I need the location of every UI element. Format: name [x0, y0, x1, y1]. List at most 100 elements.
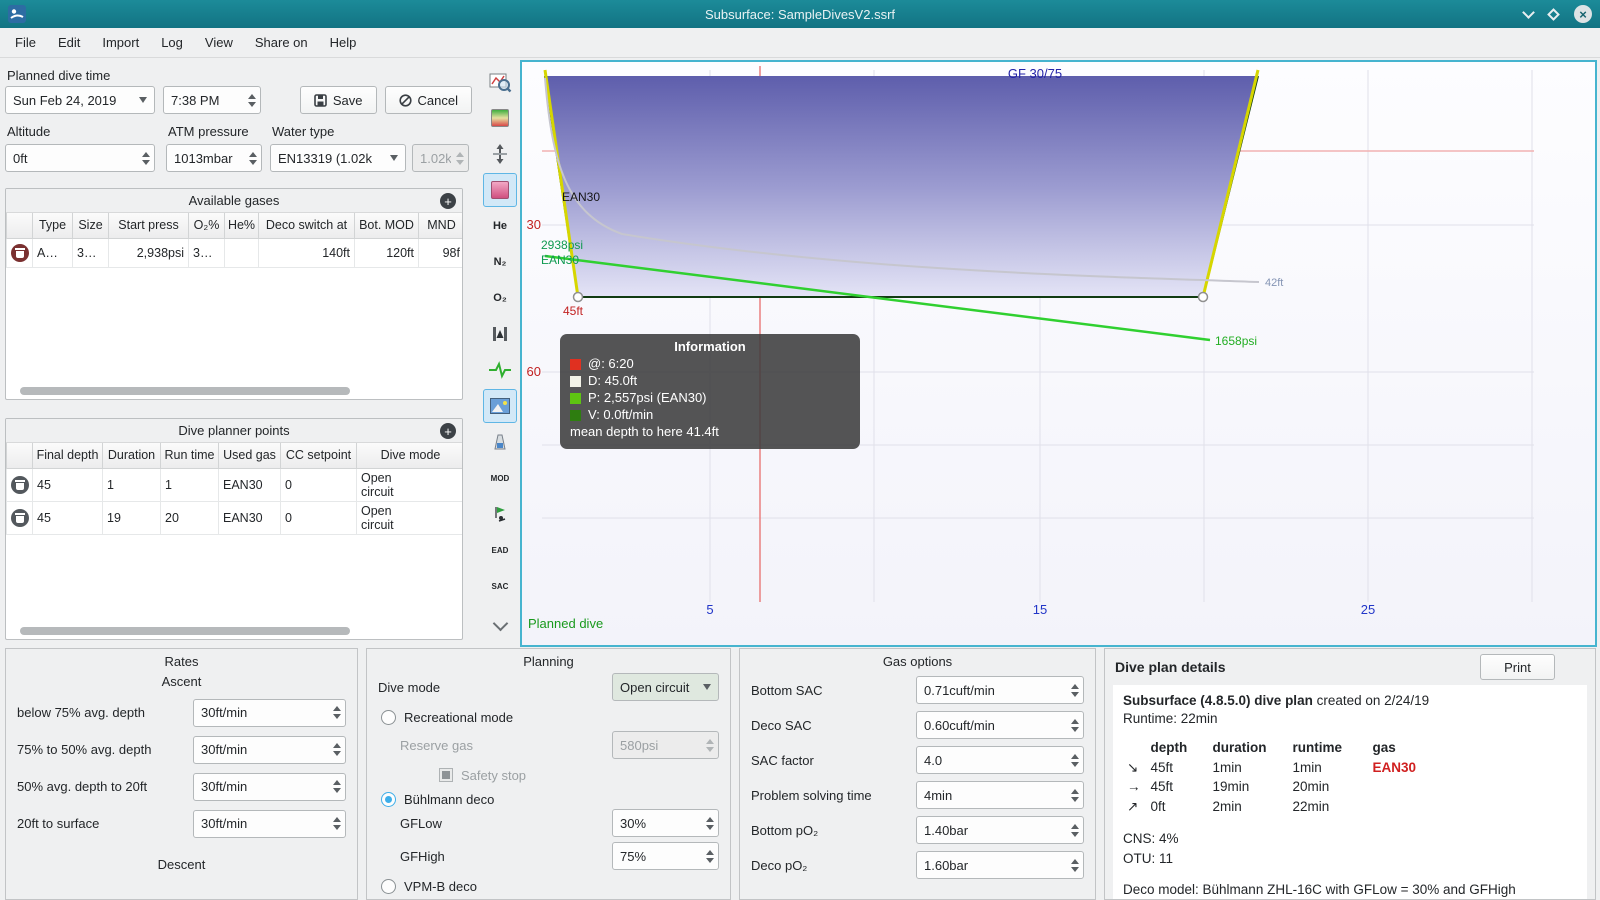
point-duration-cell[interactable]: 1 — [102, 467, 161, 502]
add-planner-point-button[interactable]: + — [440, 423, 456, 439]
column-header-size[interactable]: Size — [72, 213, 109, 239]
column-header-cc-setpoint[interactable]: CC setpoint — [280, 443, 357, 469]
menu-file[interactable]: File — [4, 30, 47, 55]
spinner-arrows[interactable] — [243, 87, 260, 113]
spinner-arrows[interactable] — [1066, 712, 1083, 738]
point-dive-mode-cell[interactable]: Open circuit — [356, 500, 462, 535]
water-type-select[interactable]: EN13319 (1.02k — [270, 144, 406, 172]
point-duration-cell[interactable]: 19 — [102, 500, 161, 535]
point-runtime-cell[interactable]: 20 — [160, 500, 219, 535]
calculated-ceiling-button[interactable] — [483, 137, 517, 171]
point-setpoint-cell[interactable]: 0 — [280, 500, 357, 535]
column-header-duration[interactable]: Duration — [102, 443, 161, 469]
bottom-sac-spinner[interactable]: 0.71cuft/min — [916, 676, 1084, 704]
menu-import[interactable]: Import — [91, 30, 150, 55]
shade-button[interactable] — [1522, 6, 1535, 19]
heart-rate-button[interactable] — [483, 353, 517, 387]
zoom-profile-button[interactable] — [483, 65, 517, 99]
gas-mnd-cell[interactable]: 98f — [418, 237, 462, 268]
spinner-arrows[interactable] — [1066, 817, 1083, 843]
spinner-arrows[interactable] — [1066, 747, 1083, 773]
spinner-arrows[interactable] — [328, 774, 345, 800]
menu-log[interactable]: Log — [150, 30, 194, 55]
problem-solving-time-spinner[interactable]: 4min — [916, 781, 1084, 809]
partial-pressure-he-button[interactable]: He — [483, 209, 517, 243]
menu-edit[interactable]: Edit — [47, 30, 91, 55]
partial-pressure-n2-button[interactable]: N₂ — [483, 245, 517, 279]
horizontal-scrollbar[interactable] — [20, 387, 350, 395]
ascent-rate-spinner-4[interactable]: 30ft/min — [193, 809, 346, 838]
ascent-rate-spinner-3[interactable]: 30ft/min — [193, 772, 346, 801]
buhlmann-deco-radio[interactable] — [381, 791, 396, 807]
keep-above-button[interactable] — [1547, 7, 1560, 21]
photos-button[interactable] — [483, 389, 517, 423]
ascent-rate-spinner-2[interactable]: 30ft/min — [193, 735, 346, 764]
dive-time-spinner[interactable]: 7:38 PM — [163, 86, 261, 114]
gflow-spinner[interactable]: 30% — [612, 809, 719, 837]
column-header-start-press[interactable]: Start press — [108, 213, 189, 239]
column-header-he[interactable]: He% — [224, 213, 259, 239]
column-header-mnd[interactable]: MND — [418, 213, 462, 239]
tank-bar-button[interactable] — [483, 317, 517, 351]
gas-start-press-cell[interactable]: 2,938psi — [108, 237, 189, 268]
atm-pressure-spinner[interactable]: 1013mbar — [166, 144, 262, 172]
print-button[interactable]: Print — [1480, 654, 1555, 680]
dive-mode-select[interactable]: Open circuit — [612, 673, 719, 701]
add-gas-button[interactable]: + — [440, 193, 456, 209]
menu-help[interactable]: Help — [319, 30, 368, 55]
spinner-arrows[interactable] — [701, 843, 718, 869]
waypoint-handle[interactable] — [572, 291, 584, 303]
column-header-type[interactable]: Type — [32, 213, 73, 239]
delete-point-button[interactable] — [11, 508, 29, 527]
delete-point-button[interactable] — [11, 475, 29, 494]
column-header-run-time[interactable]: Run time — [160, 443, 219, 469]
sac-button[interactable]: SAC — [483, 569, 517, 603]
column-header-final-depth[interactable]: Final depth — [32, 443, 103, 469]
gas-size-cell[interactable]: 3… — [72, 237, 109, 268]
altitude-spinner[interactable]: 0ft — [5, 144, 155, 172]
column-header-used-gas[interactable]: Used gas — [218, 443, 281, 469]
waypoint-handle[interactable] — [1197, 291, 1209, 303]
close-button[interactable]: × — [1574, 5, 1592, 23]
point-depth-cell[interactable]: 45 — [32, 500, 103, 535]
dive-date-select[interactable]: Sun Feb 24, 2019 — [5, 86, 155, 114]
gas-type-cell[interactable]: A… — [32, 237, 73, 268]
point-runtime-cell[interactable]: 1 — [160, 467, 219, 502]
recreational-mode-radio[interactable] — [381, 709, 396, 725]
horizontal-scrollbar[interactable] — [20, 627, 350, 635]
column-header-o2[interactable]: O₂% — [188, 213, 225, 239]
point-dive-mode-cell[interactable]: Open circuit — [356, 467, 462, 502]
point-setpoint-cell[interactable]: 0 — [280, 467, 357, 502]
heatmap-button[interactable] — [483, 173, 517, 207]
spinner-arrows[interactable] — [1066, 677, 1083, 703]
spinner-arrows[interactable] — [137, 145, 154, 171]
bottom-po2-spinner[interactable]: 1.40bar — [916, 816, 1084, 844]
gas-deco-switch-cell[interactable]: 140ft — [258, 237, 355, 268]
vpmb-deco-radio[interactable] — [381, 878, 396, 894]
gas-bot-mod-cell[interactable]: 120ft — [354, 237, 419, 268]
save-button[interactable]: Save — [299, 86, 377, 114]
ead-button[interactable]: EAD — [483, 533, 517, 567]
mod-button[interactable]: MOD — [483, 461, 517, 495]
column-header-bot-mod[interactable]: Bot. MOD — [354, 213, 419, 239]
cancel-button[interactable]: Cancel — [384, 86, 472, 114]
collapse-toolbar-button[interactable] — [483, 608, 517, 642]
partial-pressure-o2-button[interactable]: O₂ — [483, 281, 517, 315]
ascent-rate-spinner-1[interactable]: 30ft/min — [193, 698, 346, 727]
spinner-arrows[interactable] — [328, 811, 345, 837]
gas-o2-cell[interactable]: 3… — [188, 237, 225, 268]
delete-gas-button[interactable] — [11, 243, 29, 262]
spinner-arrows[interactable] — [244, 145, 261, 171]
point-gas-cell[interactable]: EAN30 — [218, 500, 281, 535]
menu-share-on[interactable]: Share on — [244, 30, 319, 55]
column-header-deco-switch[interactable]: Deco switch at — [258, 213, 355, 239]
gas-he-cell[interactable] — [224, 237, 259, 268]
spinner-arrows[interactable] — [701, 810, 718, 836]
deco-po2-spinner[interactable]: 1.60bar — [916, 851, 1084, 879]
column-header-dive-mode[interactable]: Dive mode — [356, 443, 462, 469]
gfhigh-spinner[interactable]: 75% — [612, 842, 719, 870]
point-gas-cell[interactable]: EAN30 — [218, 467, 281, 502]
dc-ceiling-button[interactable] — [483, 101, 517, 135]
point-depth-cell[interactable]: 45 — [32, 467, 103, 502]
menu-view[interactable]: View — [194, 30, 244, 55]
